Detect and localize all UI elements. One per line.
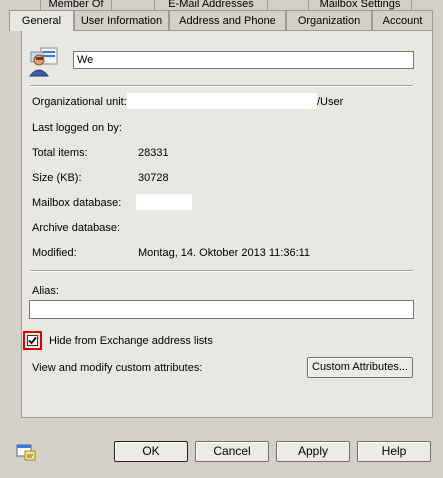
alias-field[interactable] xyxy=(29,300,414,319)
archive-db-label: Archive database: xyxy=(32,222,121,234)
mailbox-db-label: Mailbox database: xyxy=(32,197,122,209)
tab-account[interactable]: Account xyxy=(372,10,433,30)
separator-top xyxy=(30,85,413,87)
org-unit-label: Organizational unit: xyxy=(32,96,127,108)
user-icon xyxy=(27,46,59,78)
tab-address-and-phone[interactable]: Address and Phone xyxy=(169,10,286,30)
org-unit-redacted xyxy=(127,93,317,109)
custom-attributes-text: View and modify custom attributes: xyxy=(32,362,203,374)
last-logged-label: Last logged on by: xyxy=(32,122,122,134)
alias-label: Alias: xyxy=(32,285,59,297)
cancel-button[interactable]: Cancel xyxy=(195,441,269,462)
tab-mailbox-settings[interactable]: Mailbox Settings xyxy=(308,0,412,10)
hide-from-address-lists-checkbox[interactable] xyxy=(27,335,38,346)
tab-general[interactable]: General xyxy=(9,10,74,31)
separator-middle xyxy=(30,270,413,272)
hide-from-address-lists-label[interactable]: Hide from Exchange address lists xyxy=(49,335,213,347)
help-context-icon[interactable] xyxy=(16,443,36,461)
size-value: 30728 xyxy=(138,172,169,184)
modified-value: Montag, 14. Oktober 2013 11:36:11 xyxy=(138,247,311,259)
tab-organization[interactable]: Organization xyxy=(286,10,372,30)
custom-attributes-button[interactable]: Custom Attributes... xyxy=(307,357,413,378)
tab-member-of[interactable]: Member Of xyxy=(40,0,112,10)
total-items-label: Total items: xyxy=(32,147,88,159)
modified-label: Modified: xyxy=(32,247,77,259)
mailbox-db-redacted xyxy=(136,194,192,210)
size-label: Size (KB): xyxy=(32,172,82,184)
org-unit-value: /User xyxy=(317,96,344,108)
tab-user-information[interactable]: User Information xyxy=(74,10,169,30)
help-button[interactable]: Help xyxy=(357,441,431,462)
ok-button[interactable]: OK xyxy=(114,441,188,462)
apply-button[interactable]: Apply xyxy=(276,441,350,462)
total-items-value: 28331 xyxy=(138,147,169,159)
display-name-field[interactable]: We xyxy=(73,51,414,69)
checkmark-icon xyxy=(28,336,37,345)
tab-email-addresses[interactable]: E-Mail Addresses xyxy=(154,0,268,10)
